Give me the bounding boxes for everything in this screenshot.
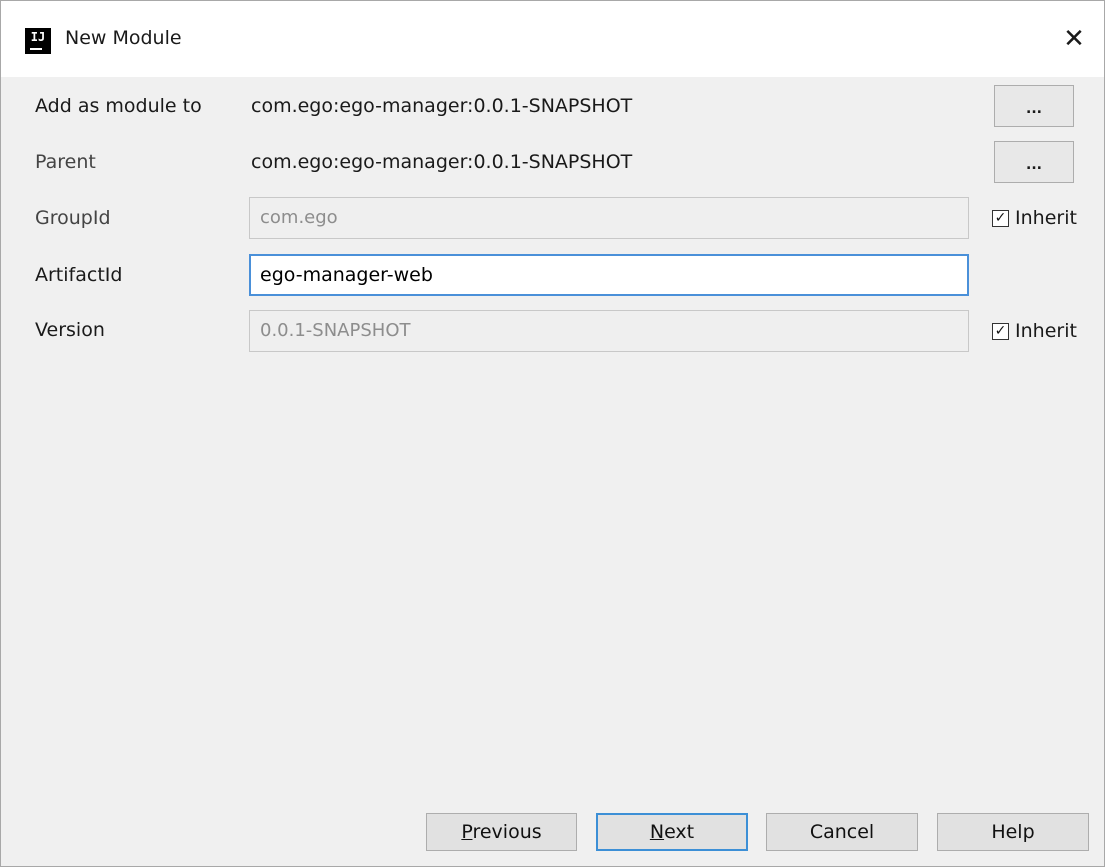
cancel-button[interactable]: Cancel — [766, 813, 918, 851]
next-button[interactable]: Next — [596, 813, 748, 851]
close-icon: ✕ — [1063, 24, 1085, 54]
previous-label: revious — [472, 821, 542, 843]
window-title: New Module — [65, 27, 182, 49]
add-as-module-to-value: com.ego:ego-manager:0.0.1-SNAPSHOT — [251, 95, 633, 117]
previous-button[interactable]: Previous — [426, 813, 577, 851]
group-id-inherit-label: Inherit — [1015, 207, 1077, 229]
version-field[interactable]: 0.0.1-SNAPSHOT — [249, 310, 969, 352]
parent-browse-button[interactable]: ... — [994, 141, 1074, 183]
title-bar: IJ New Module ✕ — [1, 1, 1104, 77]
checkmark-icon: ✓ — [992, 209, 1009, 227]
artifact-id-label: ArtifactId — [35, 264, 123, 286]
group-id-field[interactable]: com.ego — [249, 197, 969, 239]
add-as-module-to-browse-button[interactable]: ... — [994, 85, 1074, 127]
intellij-idea-icon: IJ — [25, 28, 51, 54]
version-inherit-checkbox[interactable]: ✓ Inherit — [992, 318, 1077, 344]
new-module-dialog: IJ New Module ✕ Add as module to com.ego… — [0, 0, 1105, 867]
help-button[interactable]: Help — [937, 813, 1089, 851]
next-mnemonic: N — [649, 821, 665, 843]
group-id-label: GroupId — [35, 207, 111, 229]
group-id-inherit-checkbox[interactable]: ✓ Inherit — [992, 205, 1077, 231]
parent-value: com.ego:ego-manager:0.0.1-SNAPSHOT — [251, 151, 633, 173]
version-label: Version — [35, 319, 105, 341]
version-inherit-label: Inherit — [1015, 320, 1077, 342]
previous-mnemonic: P — [461, 821, 473, 843]
parent-label: Parent — [35, 151, 96, 173]
add-as-module-to-label: Add as module to — [35, 95, 202, 117]
artifact-id-field[interactable]: ego-manager-web — [249, 254, 969, 296]
close-button[interactable]: ✕ — [1044, 1, 1104, 77]
checkmark-icon: ✓ — [992, 322, 1009, 340]
next-label: ext — [664, 821, 695, 843]
